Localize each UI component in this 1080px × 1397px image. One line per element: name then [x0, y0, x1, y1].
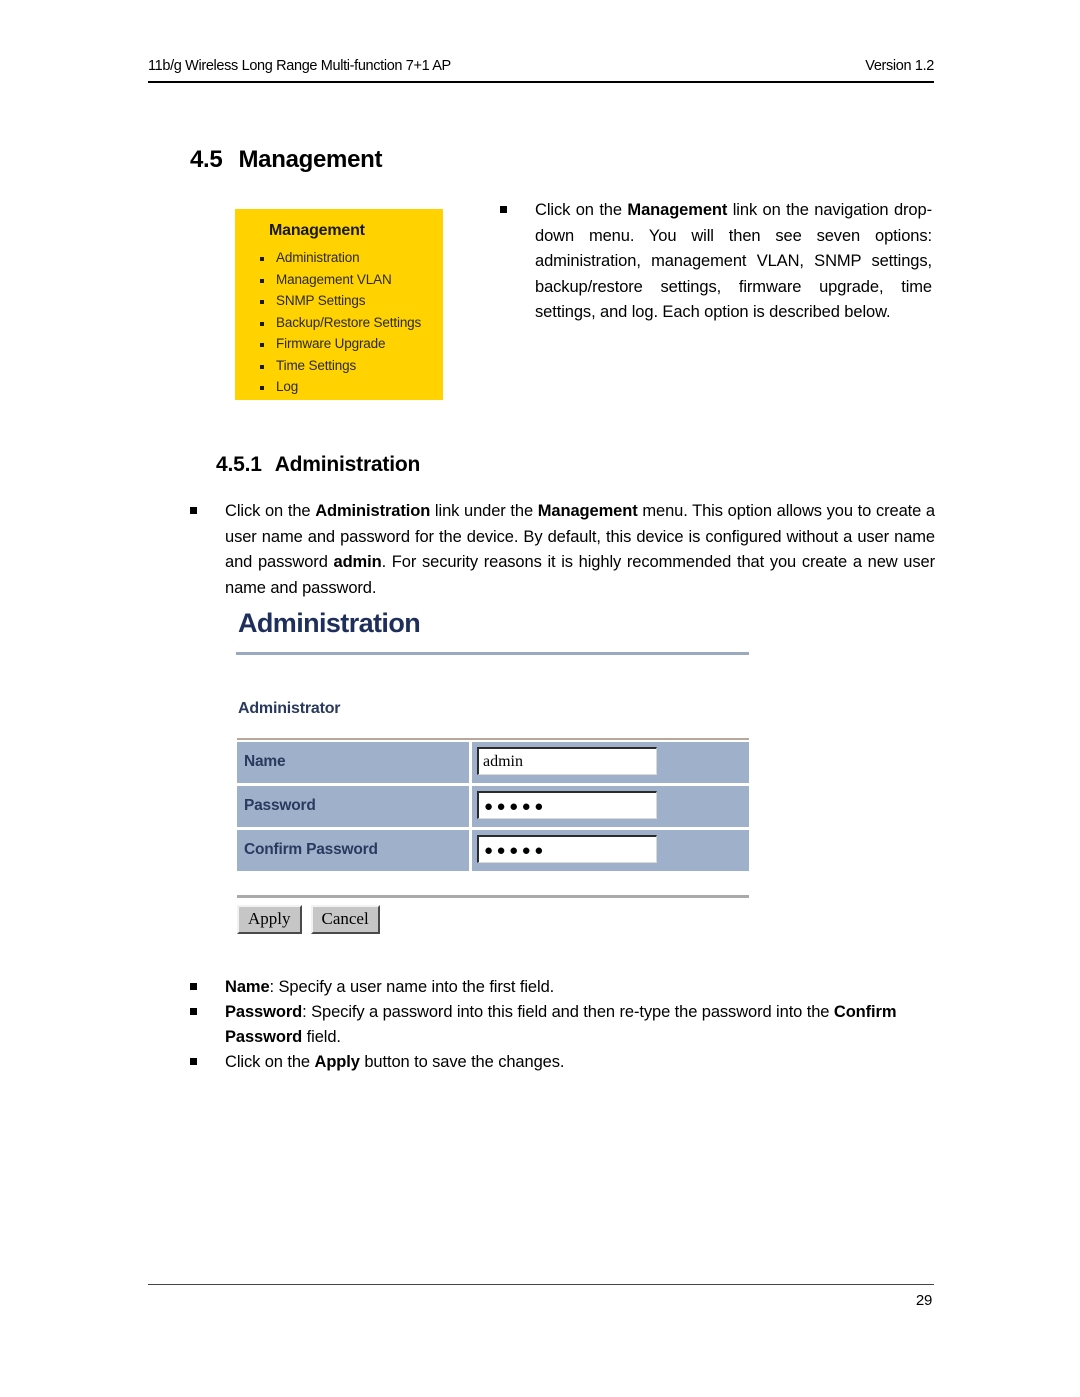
admin-form-button-row: Apply Cancel — [237, 905, 389, 934]
bullet-name-text: : Specify a user name into the first fie… — [269, 978, 555, 996]
bullet-apply-text1: button to save the changes. — [359, 1053, 565, 1071]
admin-intro-part2: link under the — [430, 502, 538, 520]
administration-intro-paragraph: Click on the Administration link under t… — [190, 499, 935, 601]
bullet-name-description: Name: Specify a user name into the first… — [190, 975, 935, 1000]
heading-management-title: Management — [238, 146, 383, 173]
name-label: Name — [244, 753, 286, 770]
nav-item-firmware-upgrade[interactable]: Firmware Upgrade — [257, 333, 421, 355]
name-value-cell: admin — [472, 742, 749, 783]
heading-management-number: 4.5 — [190, 146, 223, 173]
nav-item-snmp-settings[interactable]: SNMP Settings — [257, 290, 421, 312]
admin-intro-bold2: Management — [537, 502, 638, 520]
nav-item-backup-restore-settings[interactable]: Backup/Restore Settings — [257, 312, 421, 334]
form-row-confirm-password: Confirm Password ●●●●● — [237, 830, 749, 871]
confirm-password-input-value: ●●●●● — [484, 842, 547, 859]
mgmt-intro-part1: Click on the — [535, 201, 628, 219]
nav-box-list: Administration Management VLAN SNMP Sett… — [257, 247, 421, 398]
page-number: 29 — [915, 1292, 932, 1309]
bullet-password-text2: field. — [302, 1028, 341, 1046]
nav-item-management-vlan[interactable]: Management VLAN — [257, 269, 421, 291]
admin-intro-part1: Click on the — [225, 502, 316, 520]
confirm-password-value-cell: ●●●●● — [472, 830, 749, 871]
administration-screenshot: Administration Administrator Name admin … — [234, 604, 759, 949]
name-label-cell: Name — [237, 742, 469, 783]
password-label-cell: Password — [237, 786, 469, 827]
bullet-password-term: Password — [225, 1003, 303, 1021]
bullet-name-term: Name — [225, 978, 270, 996]
password-input[interactable]: ●●●●● — [477, 791, 657, 819]
nav-item-time-settings[interactable]: Time Settings — [257, 355, 421, 377]
heading-administration-title: Administration — [274, 453, 421, 476]
nav-item-administration[interactable]: Administration — [257, 247, 421, 269]
apply-button[interactable]: Apply — [237, 905, 302, 934]
page-header: 11b/g Wireless Long Range Multi-function… — [148, 58, 934, 84]
square-bullet-icon — [190, 507, 197, 514]
bullet-apply-term: Apply — [314, 1053, 360, 1071]
admin-intro-bold1: Administration — [315, 502, 431, 520]
bullet-apply-text0: Click on the — [225, 1053, 315, 1071]
square-bullet-icon — [500, 206, 507, 213]
mgmt-intro-part2: link on the navigation drop-down menu. Y… — [535, 201, 932, 321]
admin-intro-bold3: admin — [333, 553, 382, 571]
square-bullet-icon — [190, 983, 197, 990]
password-value-cell: ●●●●● — [472, 786, 749, 827]
cancel-button[interactable]: Cancel — [310, 905, 380, 934]
confirm-password-input[interactable]: ●●●●● — [477, 835, 657, 863]
heading-administration: 4.5.1 Administration — [216, 453, 420, 477]
administrator-form-table: Name admin Password ●●●●● Confirm Passwo… — [237, 742, 749, 874]
nav-item-log[interactable]: Log — [257, 376, 421, 398]
confirm-password-label: Confirm Password — [244, 841, 378, 858]
bullet-apply-description: Click on the Apply button to save the ch… — [190, 1050, 935, 1075]
password-input-value: ●●●●● — [484, 798, 547, 815]
admin-panel-title: Administration — [238, 608, 421, 638]
heading-management: 4.5 Management — [190, 146, 382, 174]
header-product-title: 11b/g Wireless Long Range Multi-function… — [148, 58, 451, 74]
nav-box-title: Management — [269, 222, 365, 239]
header-version: Version 1.2 — [865, 58, 934, 74]
bullet-password-description: Password: Specify a password into this f… — [190, 1000, 935, 1050]
management-nav-box: Management Administration Management VLA… — [235, 209, 443, 400]
bullet-password-text1: : Specify a password into this field and… — [302, 1003, 834, 1021]
name-input-value: admin — [483, 753, 523, 770]
confirm-password-label-cell: Confirm Password — [237, 830, 469, 871]
square-bullet-icon — [190, 1008, 197, 1015]
administration-field-descriptions: Name: Specify a user name into the first… — [190, 975, 935, 1075]
administrator-section-divider — [237, 738, 749, 740]
header-divider — [148, 81, 934, 83]
administrator-section-label: Administrator — [238, 700, 341, 717]
form-row-password: Password ●●●●● — [237, 786, 749, 827]
admin-panel-title-divider — [236, 652, 749, 655]
footer-divider — [148, 1284, 934, 1285]
square-bullet-icon — [190, 1058, 197, 1065]
management-intro-text: Click on the Management link on the navi… — [535, 198, 932, 326]
name-input[interactable]: admin — [477, 747, 657, 775]
admin-form-footer-divider — [237, 895, 749, 898]
administration-intro-text: Click on the Administration link under t… — [225, 499, 935, 601]
form-row-name: Name admin — [237, 742, 749, 783]
heading-administration-number: 4.5.1 — [216, 453, 262, 476]
mgmt-intro-bold1: Management — [627, 201, 728, 219]
password-label: Password — [244, 797, 316, 814]
management-intro-paragraph: Click on the Management link on the navi… — [500, 198, 932, 326]
